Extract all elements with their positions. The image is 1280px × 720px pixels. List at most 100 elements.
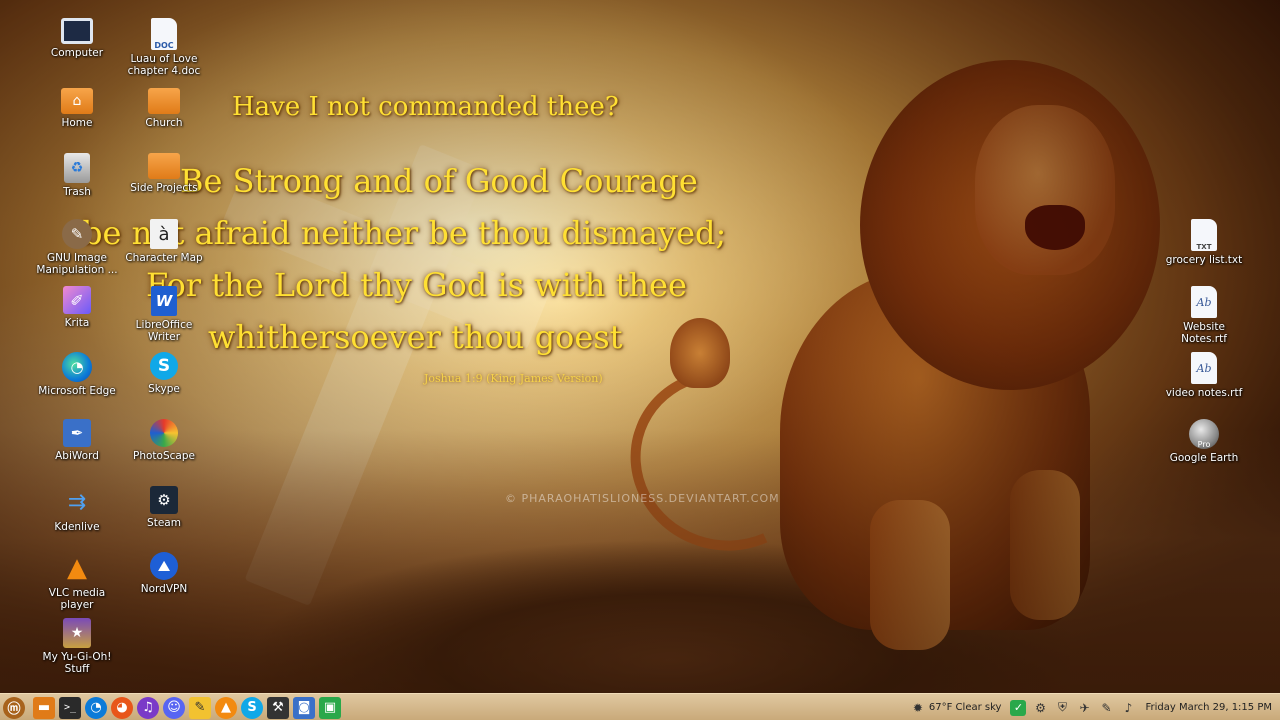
taskbar-edge-button[interactable]: ◔ [85, 696, 107, 719]
desktop-icon-kdenlive[interactable]: ⇉ Kdenlive [32, 486, 122, 534]
taskbar-skype-button[interactable]: S [241, 696, 263, 719]
edge-icon: ◔ [62, 352, 92, 382]
desktop-icon-steam[interactable]: ⚙ Steam [119, 486, 209, 529]
desktop-icon-label: Side Projects [130, 182, 198, 194]
kdenlive-icon: ⇉ [67, 489, 87, 515]
character-map-icon: à [150, 219, 178, 249]
desktop-icon-skype[interactable]: S Skype [119, 352, 209, 395]
verse-reference: Joshua 1:9 (King James Version) [424, 372, 603, 385]
desktop-icon-trash[interactable]: ♻ Trash [32, 153, 122, 198]
clock[interactable]: Friday March 29, 1:15 PM [1145, 702, 1272, 713]
desktop-icon-label: GNU Image Manipulation ... [36, 252, 118, 276]
verse-line-2: Be Strong and of Good Courage [180, 162, 698, 200]
pen-icon[interactable]: ✎ [1098, 700, 1114, 716]
desktop-icon-computer[interactable]: Computer [32, 18, 122, 59]
desktop-icon-label: AbiWord [55, 450, 99, 462]
taskbar-firefox-button[interactable]: ◕ [111, 696, 133, 719]
desktop-icon-church[interactable]: Church [119, 88, 209, 129]
taskbar-podcast-button[interactable]: ♫ [137, 696, 159, 719]
desktop[interactable]: Have I not commanded thee? Be Strong and… [0, 0, 1280, 720]
desktop-icon-vlc[interactable]: ▲ VLC media player [32, 552, 122, 611]
taskbar-terminal-button[interactable]: >_ [59, 696, 81, 719]
verse-line-5: whithersoever thou goest [208, 318, 623, 356]
desktop-icon-label: Kdenlive [54, 521, 100, 533]
taskbar: ⓜ ▬ >_ ◔ ◕ ♫ ☺ ✎ ▲ S ⚒ ◙ ▣ ✹ 67°F Clear … [0, 693, 1280, 720]
desktop-icon-label: LibreOffice Writer [135, 319, 193, 343]
gimp-icon: ✎ [62, 219, 92, 249]
desktop-icon-label: VLC media player [48, 587, 106, 611]
sound-icon[interactable]: ♪ [1120, 700, 1136, 716]
folder-icon [148, 88, 180, 114]
desktop-icon-luau-doc[interactable]: DOC Luau of Love chapter 4.doc [119, 18, 209, 77]
desktop-icon-label: Website Notes.rtf [1181, 321, 1227, 345]
desktop-icon-abiword[interactable]: ✒ AbiWord [32, 419, 122, 462]
taskbar-app-button[interactable]: ◙ [293, 696, 315, 719]
taskbar-app-button[interactable]: ▣ [319, 696, 341, 719]
folder-icon [148, 153, 180, 179]
network-icon[interactable]: ✈ [1076, 700, 1092, 716]
desktop-icon-label: Character Map [125, 252, 203, 264]
desktop-icon-label: Skype [148, 383, 180, 395]
desktop-icon-label: video notes.rtf [1165, 387, 1243, 399]
update-manager-check-icon[interactable]: ✓ [1010, 699, 1027, 716]
skype-icon: S [150, 352, 178, 380]
app-icon: ◙ [297, 700, 311, 715]
vlc-icon: ▲ [67, 553, 87, 583]
steam-tray-icon[interactable]: ⚙ [1032, 700, 1048, 716]
desktop-icon-libreoffice-writer[interactable]: W LibreOffice Writer [119, 286, 209, 343]
app-icon: ⚒ [272, 700, 284, 715]
verse-line-4: For the Lord thy God is with thee [146, 266, 687, 304]
weather-sun-icon: ✹ [912, 700, 923, 715]
taskbar-files-button[interactable]: ▬ [33, 696, 55, 719]
desktop-icon-label: Krita [64, 317, 90, 329]
computer-icon [61, 18, 93, 44]
mint-logo-icon: ⓜ [7, 702, 21, 717]
krita-icon: ✐ [63, 286, 91, 314]
desktop-icon-label: PhotoScape [133, 450, 195, 462]
vlc-icon: ▲ [221, 700, 231, 715]
taskbar-app-button[interactable]: ⚒ [267, 696, 289, 719]
shield-icon[interactable]: ⛨ [1054, 700, 1070, 716]
nordvpn-icon: ⛰ [150, 552, 178, 580]
steam-icon: ⚙ [150, 486, 178, 514]
desktop-icon-label: Trash [63, 186, 91, 198]
taskbar-notes-button[interactable]: ✎ [189, 696, 211, 719]
abiword-icon: ✒ [63, 419, 91, 447]
menu-button[interactable]: ⓜ [3, 696, 25, 719]
desktop-icon-label: Luau of Love chapter 4.doc [127, 53, 201, 77]
desktop-icon-edge[interactable]: ◔ Microsoft Edge [32, 352, 122, 397]
libreoffice-writer-icon: W [151, 286, 177, 316]
desktop-icon-google-earth[interactable]: Pro Google Earth [1159, 419, 1249, 464]
desktop-icon-label: Steam [147, 517, 181, 529]
rtf-file-icon: Ab [1191, 286, 1217, 318]
home-folder-icon: ⌂ [61, 88, 93, 114]
desktop-icon-label: Microsoft Edge [38, 385, 116, 397]
edge-icon: ◔ [90, 700, 102, 715]
yugioh-icon: ★ [63, 618, 91, 648]
desktop-icon-website-notes[interactable]: Ab Website Notes.rtf [1159, 286, 1249, 345]
taskbar-discord-button[interactable]: ☺ [163, 696, 185, 719]
weather-applet[interactable]: 67°F Clear sky [929, 702, 1002, 713]
desktop-icon-video-notes[interactable]: Ab video notes.rtf [1159, 352, 1249, 399]
desktop-icon-label: Google Earth [1169, 452, 1239, 464]
files-icon: ▬ [37, 700, 51, 715]
desktop-icon-nordvpn[interactable]: ⛰ NordVPN [119, 552, 209, 595]
trash-icon: ♻ [64, 153, 90, 183]
desktop-icon-grocery-list[interactable]: TXT grocery list.txt [1159, 219, 1249, 266]
app-icon: ▣ [323, 700, 337, 715]
desktop-icon-side-projects[interactable]: Side Projects [119, 153, 209, 194]
terminal-icon: >_ [63, 702, 77, 713]
desktop-icon-home[interactable]: ⌂ Home [32, 88, 122, 129]
desktop-icon-gimp[interactable]: ✎ GNU Image Manipulation ... [32, 219, 122, 276]
desktop-icon-label: grocery list.txt [1165, 254, 1243, 266]
txt-file-icon: TXT [1191, 219, 1217, 251]
desktop-icon-yugioh[interactable]: ★ My Yu-Gi-Oh! Stuff [32, 618, 122, 675]
doc-file-icon: DOC [151, 18, 177, 50]
taskbar-vlc-button[interactable]: ▲ [215, 696, 237, 719]
desktop-icon-krita[interactable]: ✐ Krita [32, 286, 122, 329]
desktop-icon-photoscape[interactable]: PhotoScape [119, 419, 209, 462]
rtf-file-icon: Ab [1191, 352, 1217, 384]
desktop-icon-character-map[interactable]: à Character Map [119, 219, 209, 264]
photoscape-icon [150, 419, 178, 447]
google-earth-icon: Pro [1189, 419, 1219, 449]
